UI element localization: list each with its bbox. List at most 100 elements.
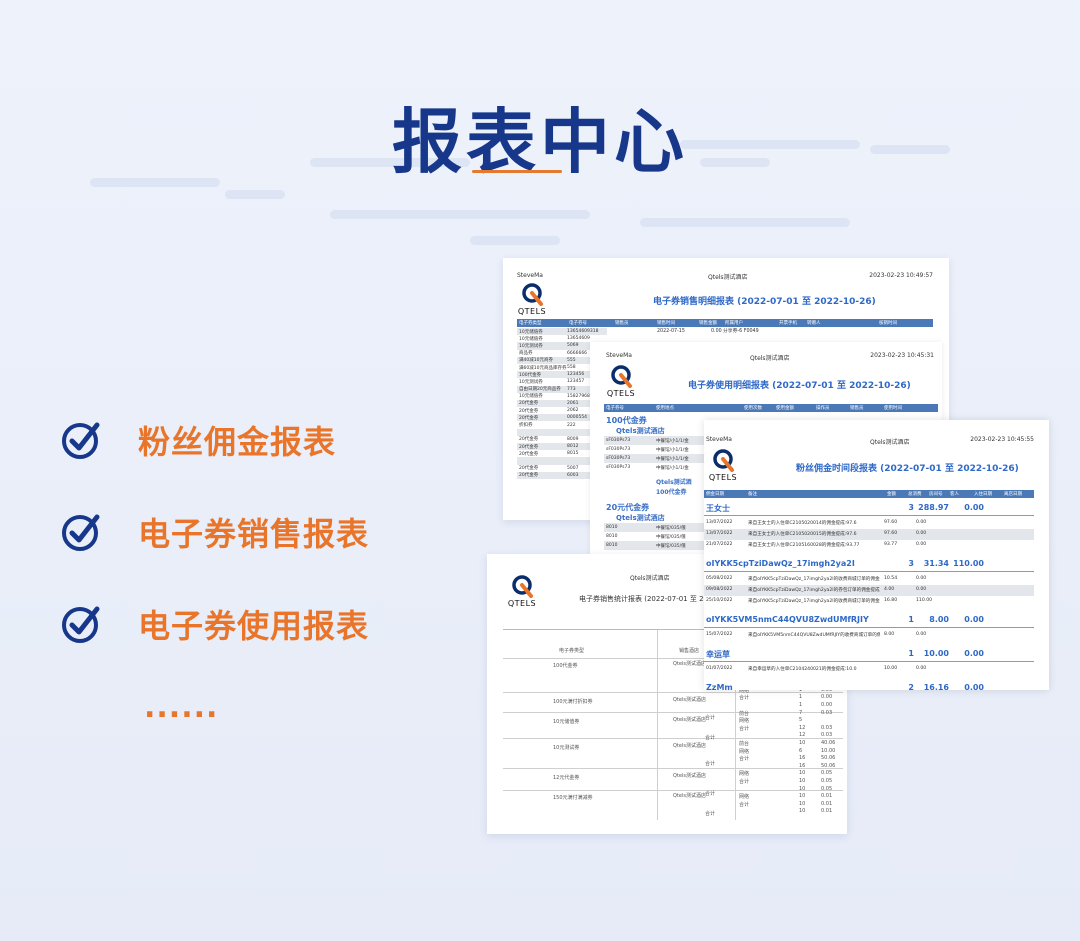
- report-cell: 20代金券: [519, 415, 539, 421]
- stats-amount: 0.05: [821, 778, 833, 784]
- report-cell: 123456: [567, 372, 585, 378]
- group-amount: 31.34: [923, 559, 949, 568]
- col-header: 佣金日期: [706, 492, 724, 497]
- report-cell: 来自王女士的入住单C2105160028的佣金提成:93.77: [748, 543, 860, 548]
- report-cell: 8010: [606, 525, 618, 530]
- report-cell: 10元储值券: [519, 336, 543, 342]
- report-cell: 0.00: [711, 329, 722, 334]
- report-cell: 8010: [606, 534, 618, 539]
- feature-label: 电子券销售报表: [138, 515, 370, 553]
- group-count: 2: [908, 683, 914, 690]
- col-header: 核销时间: [879, 321, 897, 326]
- stats-amount: 0.01: [821, 793, 833, 800]
- stats-total-label: 合计: [705, 791, 716, 797]
- report-cell: 20代金券: [519, 401, 539, 407]
- report-cell: 中餐馆/小1/1/金: [656, 456, 689, 462]
- report-cell: 97.60: [884, 520, 898, 525]
- col-header: 使用时间: [884, 406, 902, 411]
- report-cell: 中餐馆/035/俄: [656, 525, 686, 531]
- col-header: 客人: [950, 492, 959, 497]
- stats-count: 16: [799, 755, 806, 762]
- report-cell: 6666666: [567, 350, 588, 356]
- report-cell: 0.00: [916, 632, 927, 637]
- stats-amount: 50.06: [821, 762, 836, 769]
- group-extra: 0.00: [964, 683, 984, 690]
- stats-amount: 40.06: [821, 740, 836, 746]
- stats-channel: 网络: [739, 718, 750, 725]
- more-ellipsis: ......: [144, 690, 219, 725]
- report-group-title: 20元代金券: [606, 503, 650, 512]
- group-amount: 8.00: [929, 615, 949, 624]
- report-sheet-fan-commission: SteveMa Qtels测试酒店 2023-02-23 10:45:55 QT…: [704, 420, 1049, 690]
- group-name: oIYKK5VM5nmC44QVU8ZwdUMfRJIY: [706, 615, 869, 624]
- stats-count: 10: [799, 770, 806, 777]
- group-name: ZzMm: [706, 683, 733, 690]
- group-amount: 16.16: [923, 683, 949, 690]
- col-header: 电子券类型: [519, 321, 542, 326]
- report-cell: 0.00: [916, 587, 927, 592]
- feature-item-coupon-usage: 电子券使用报表: [60, 594, 369, 654]
- report-cell: 5007: [567, 465, 579, 471]
- report-user: SteveMa: [706, 436, 732, 443]
- report-user: SteveMa: [606, 352, 632, 359]
- col-header: 电子券号: [569, 321, 587, 326]
- report-cell: sF030Ps73: [606, 465, 631, 470]
- col-header: 入住日期: [974, 492, 992, 497]
- table-row: sF030Ps73 中餐馆/小1/1/金: [604, 454, 704, 463]
- report-title: 电子券销售明细报表 (2022-07-01 至 2022-10-26): [653, 297, 876, 307]
- logo-text: QTELS: [606, 389, 636, 398]
- report-cell: 16.80: [884, 598, 898, 603]
- report-cell: 来自幸运草的入住单C2104240021的佣金提成:10.0: [748, 667, 857, 672]
- group-name: 王女士: [706, 504, 730, 513]
- stats-count: 7: [799, 709, 803, 716]
- stats-count: 1: [799, 694, 803, 701]
- col-header: 使用地点: [656, 406, 674, 411]
- stats-amount: 0.03: [821, 732, 833, 739]
- decor-stripe: [470, 236, 560, 245]
- stats-grid-line: [503, 790, 843, 791]
- col-header: 房间号: [929, 492, 943, 497]
- report-cell: 20代金券: [519, 437, 539, 443]
- report-cell: 15/07/2022: [706, 632, 733, 637]
- report-cell: 中餐馆/小1/1/金: [656, 465, 689, 471]
- logo-text: QTELS: [708, 473, 738, 482]
- report-cell: 10.00: [884, 666, 898, 671]
- report-cell: 2062: [567, 408, 579, 414]
- stats-hotel: Qtels测试酒店: [673, 697, 706, 703]
- decor-stripe: [640, 218, 850, 227]
- group-count: 1: [908, 615, 914, 624]
- report-sub-title: Qtels测试酒: [656, 479, 692, 486]
- report-cell: 20代金券: [519, 466, 539, 472]
- qtels-logo: QTELS: [606, 364, 636, 398]
- check-circle-icon: [62, 514, 100, 551]
- report-cell: 0.00: [916, 666, 927, 671]
- stats-amount: 0.00: [821, 694, 833, 701]
- col-header: 转赠人: [807, 321, 821, 326]
- stats-channel: 网络: [739, 748, 750, 755]
- report-title: 粉丝佣金时间段报表 (2022-07-01 至 2022-10-26): [796, 464, 1019, 474]
- report-cell: 123457: [567, 379, 585, 385]
- table-row: 25/10/2022 来自oIYKK5cpTziDawQz_17imgh2ya2I…: [704, 596, 1034, 607]
- report-table-header: 电子券类型 电子券号 销售员 销售时间 销售金额 所属用户 开票手机 转赠人 核…: [517, 319, 933, 327]
- stats-channel: 合计: [739, 779, 750, 785]
- report-cell: 09/08/2022: [706, 587, 733, 592]
- stats-hotel: Qtels测试酒店: [673, 793, 706, 799]
- table-row: 09/08/2022 来自oIYKK5cpTziDawQz_17imgh2ya2I…: [704, 585, 1034, 596]
- stats-channel: 合计: [739, 801, 750, 808]
- group-name: oIYKK5cpTziDawQz_17imgh2ya2I: [706, 559, 855, 568]
- report-cell: 01/07/2022: [706, 666, 733, 671]
- stats-count: 10: [799, 808, 806, 815]
- group-extra: 110.00: [953, 559, 984, 568]
- report-cell: 8015: [567, 451, 579, 457]
- report-cell: 0.00: [916, 520, 927, 525]
- report-cell: 20代金券: [519, 408, 539, 414]
- report-cell: 10元储值券: [519, 394, 543, 400]
- stats-hotel: Qtels测试酒店: [673, 661, 706, 667]
- report-cell: 25/10/2022: [706, 598, 733, 603]
- col-header: 操作员: [816, 406, 830, 411]
- report-rows: sF030Ps73 中餐馆/小1/1/金 sF030Ps73 中餐馆/小1/1/金 sF…: [604, 436, 704, 472]
- report-title: 电子券使用明细报表 (2022-07-01 至 2022-10-26): [688, 381, 911, 391]
- report-cell: 222: [567, 422, 576, 428]
- report-cell: 商品券: [519, 351, 533, 357]
- table-row: sF030Ps73 中餐馆/小1/1/金: [604, 445, 704, 454]
